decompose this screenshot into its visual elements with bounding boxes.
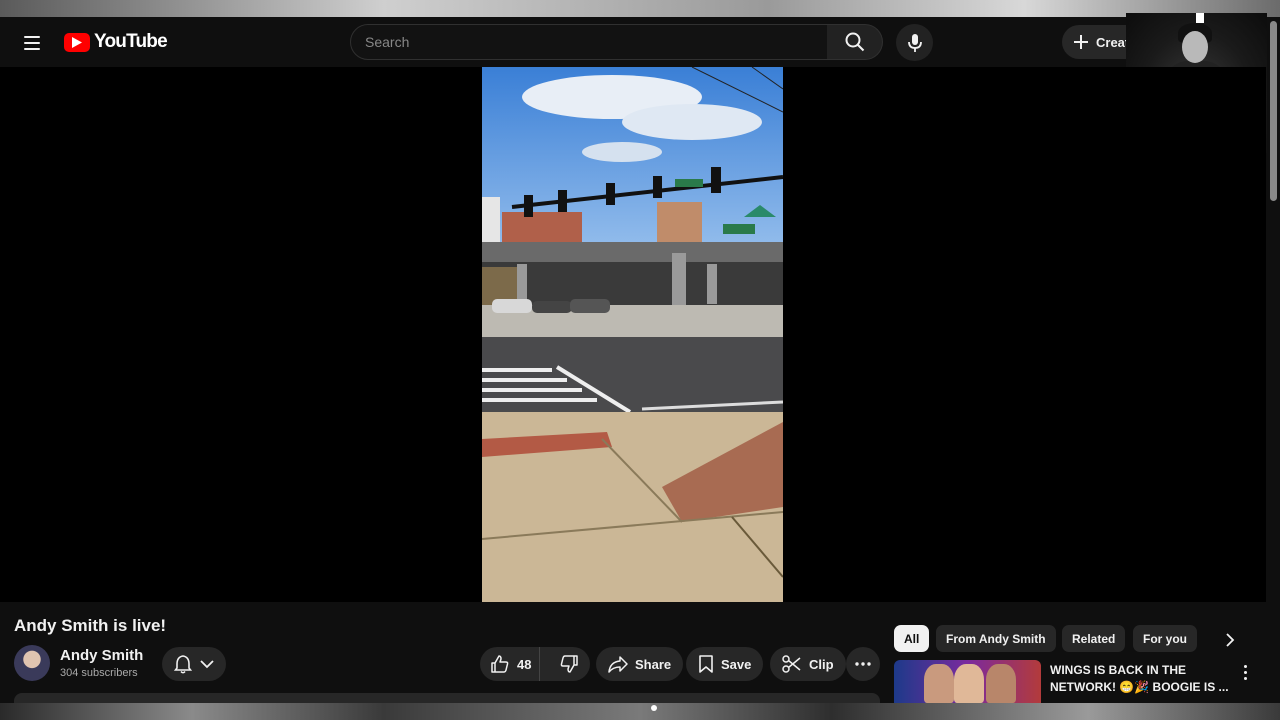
desktop-top-strip	[0, 0, 1280, 17]
like-dislike-group: 48	[480, 647, 590, 681]
thumbs-down-icon	[560, 655, 578, 673]
search-icon	[845, 32, 864, 52]
video-frame[interactable]	[482, 67, 783, 602]
subscription-bell-button[interactable]	[162, 647, 226, 681]
street-scene-image	[482, 67, 783, 602]
youtube-logo[interactable]: YouTube	[64, 31, 168, 53]
masthead: YouTube Create	[0, 17, 1280, 67]
page-scrollbar[interactable]	[1268, 17, 1280, 703]
save-button[interactable]: Save	[686, 647, 764, 681]
clip-button[interactable]: Clip	[770, 647, 846, 681]
chevron-right-icon	[1226, 633, 1235, 647]
share-button[interactable]: Share	[596, 647, 684, 681]
thumbs-up-icon	[491, 655, 509, 673]
search-box[interactable]	[350, 24, 828, 60]
like-count: 48	[517, 656, 532, 672]
hamburger-icon	[24, 36, 40, 38]
clip-label: Clip	[809, 656, 834, 672]
video-player[interactable]	[0, 67, 1266, 602]
dislike-button[interactable]	[547, 647, 590, 681]
recommendation-thumbnail[interactable]	[894, 660, 1041, 703]
chevron-down-icon	[200, 660, 214, 669]
chip-related[interactable]: Related	[1062, 625, 1126, 652]
save-label: Save	[721, 656, 752, 672]
streamer-face	[1182, 31, 1208, 63]
chip-for-you[interactable]: For you	[1133, 625, 1197, 652]
description-box[interactable]	[14, 693, 880, 703]
youtube-play-icon	[64, 32, 90, 52]
recommendation-menu-button[interactable]	[1238, 662, 1252, 682]
bell-icon	[174, 655, 192, 674]
share-icon	[608, 656, 628, 673]
desktop-bottom-strip	[0, 703, 1280, 720]
chip-from-channel[interactable]: From Andy Smith	[936, 625, 1056, 652]
recommendation-title[interactable]: WINGS IS BACK IN THE NETWORK! 😁🎉 BOOGIE …	[1050, 662, 1230, 696]
channel-name[interactable]: Andy Smith	[60, 647, 143, 664]
bookmark-icon	[699, 655, 713, 673]
scissors-icon	[782, 655, 801, 673]
subscriber-count: 304 subscribers	[60, 667, 138, 679]
chips-next-button[interactable]	[1218, 628, 1242, 652]
like-button[interactable]: 48	[480, 647, 541, 681]
voice-search-button[interactable]	[896, 24, 933, 61]
menu-button[interactable]	[14, 25, 50, 61]
search-button[interactable]	[827, 24, 883, 60]
microphone-icon	[907, 33, 922, 52]
chip-all[interactable]: All	[894, 625, 930, 652]
channel-avatar[interactable]	[14, 645, 50, 681]
more-horizontal-icon	[855, 662, 871, 666]
more-vertical-icon	[1243, 664, 1247, 668]
logo-text: YouTube	[94, 31, 168, 52]
share-label: Share	[635, 656, 672, 672]
scrollbar-thumb[interactable]	[1270, 21, 1277, 201]
search-input[interactable]	[365, 34, 827, 50]
plus-icon	[1074, 35, 1088, 49]
video-title: Andy Smith is live!	[14, 616, 167, 635]
more-actions-button[interactable]	[846, 647, 880, 681]
